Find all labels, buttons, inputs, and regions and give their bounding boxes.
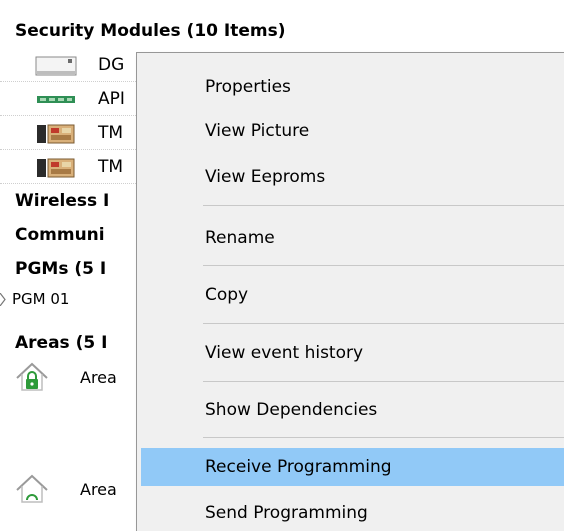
module-label: TM (98, 157, 124, 177)
pgm-label: PGM 01 (12, 290, 70, 308)
module-label: TM (98, 123, 124, 143)
menu-item-show-dependencies[interactable]: Show Dependencies (141, 391, 564, 429)
menu-separator (203, 437, 564, 438)
menu-separator (203, 205, 564, 206)
menu-item-rename[interactable]: Rename (141, 219, 564, 257)
menu-item-send-programming[interactable]: Send Programming (141, 494, 564, 531)
menu-separator (203, 323, 564, 324)
group-header-security-modules[interactable]: Security Modules (10 Items) (0, 14, 564, 48)
menu-item-view-picture[interactable]: View Picture (141, 112, 564, 150)
menu-item-view-eeproms[interactable]: View Eeproms (141, 158, 564, 196)
menu-item-copy[interactable]: Copy (141, 276, 564, 314)
area-label: Area (80, 368, 117, 387)
menu-item-view-event-history[interactable]: View event history (141, 334, 564, 372)
keypad-module-icon (37, 124, 75, 144)
menu-item-receive-programming[interactable]: Receive Programming (141, 448, 564, 486)
area-label: Area (80, 480, 117, 499)
module-label: DG (98, 55, 125, 75)
area-house-icon (16, 474, 48, 503)
menu-separator (203, 381, 564, 382)
expand-arrow-icon (0, 293, 6, 306)
module-label: API (98, 89, 125, 109)
keypad-module-icon (37, 158, 75, 178)
menu-separator (203, 265, 564, 266)
menu-item-properties[interactable]: Properties (141, 68, 564, 106)
context-menu: Properties View Picture View Eeproms Ren… (136, 52, 564, 531)
module-box-icon (35, 56, 77, 76)
area-house-lock-icon (16, 362, 48, 391)
green-board-icon (37, 96, 75, 103)
